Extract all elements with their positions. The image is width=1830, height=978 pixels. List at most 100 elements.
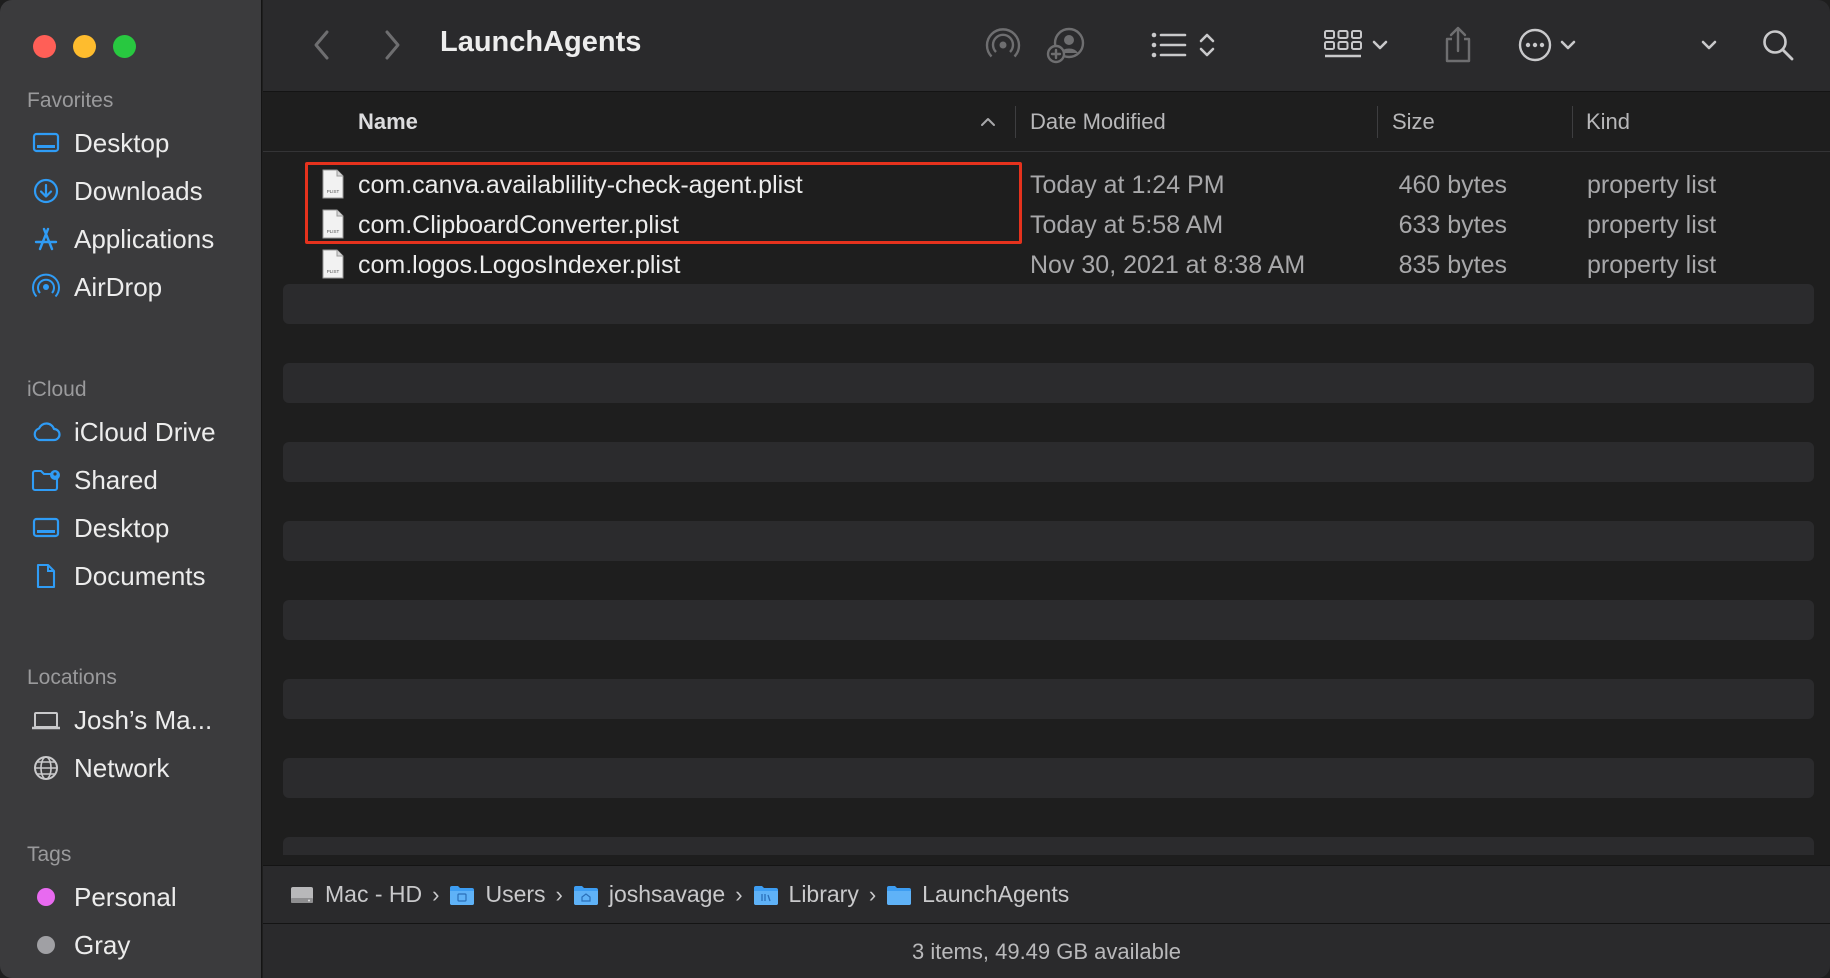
sidebar-tags: Tags Personal Gray [0, 843, 262, 973]
sidebar-heading-tags: Tags [27, 843, 72, 866]
search-button[interactable] [1753, 22, 1803, 68]
file-date: Today at 1:24 PM [1030, 171, 1225, 199]
column-date-modified[interactable]: Date Modified [1030, 92, 1166, 152]
chevron-down-icon [1701, 40, 1717, 50]
column-header: Name Date Modified Size Kind [263, 92, 1830, 152]
airdrop-button[interactable] [978, 22, 1028, 68]
file-list: PLIST com.canva.availablility-check-agen… [263, 152, 1830, 855]
folder-icon [449, 884, 475, 906]
path-separator-icon: › [555, 881, 563, 907]
path-separator-icon: › [868, 881, 877, 907]
sidebar-heading-favorites: Favorites [27, 89, 114, 112]
sort-ascending-indicator[interactable] [977, 92, 999, 152]
file-date: Today at 5:58 AM [1030, 211, 1224, 239]
sidebar-item-label: Personal [74, 881, 177, 912]
path-item-mac-hd[interactable]: Mac - HD [289, 881, 422, 908]
sidebar-item-label: Desktop [74, 512, 170, 543]
file-kind: property list [1587, 171, 1717, 199]
tag-color-dot [37, 936, 55, 954]
sidebar-favorites: Favorites Desktop Downloads Applications [0, 89, 262, 315]
sidebar-locations: Locations Josh’s Ma... Network [0, 666, 262, 796]
empty-row [283, 363, 1814, 403]
desktop-icon [28, 128, 64, 158]
share-icon [1445, 26, 1471, 63]
folder-icon [753, 884, 779, 906]
path-separator-icon: › [432, 881, 440, 907]
column-divider[interactable] [1015, 106, 1016, 138]
window-controls [33, 35, 136, 58]
file-row[interactable]: PLIST com.logos.LogosIndexer.plist Nov 3… [283, 245, 1814, 285]
folder-icon [886, 884, 912, 906]
path-item-users[interactable]: Users [449, 881, 546, 908]
sidebar: Favorites Desktop Downloads Applications [0, 0, 262, 978]
globe-icon [28, 753, 64, 783]
file-date: Nov 30, 2021 at 8:38 AM [1030, 251, 1306, 279]
chevron-down-icon [1560, 40, 1576, 50]
path-bar: Mac - HD › Users › joshsavage › Library … [263, 865, 1830, 923]
hard-drive-icon [289, 884, 315, 906]
sidebar-item-network[interactable]: Network [0, 740, 262, 796]
sidebar-heading-icloud: iCloud [27, 378, 87, 401]
path-item-label: Library [788, 881, 859, 907]
chevron-down-icon [1372, 40, 1388, 50]
sidebar-item-airdrop[interactable]: AirDrop [0, 259, 262, 315]
column-kind[interactable]: Kind [1586, 92, 1630, 152]
chevron-left-icon [314, 30, 329, 60]
column-size[interactable]: Size [1392, 92, 1435, 152]
share-button[interactable] [1433, 22, 1483, 68]
file-name: com.ClipboardConverter.plist [358, 211, 679, 239]
downloads-icon [28, 176, 64, 206]
forward-button[interactable] [369, 22, 415, 68]
icloud-icon [28, 417, 64, 447]
grid-icon [1324, 30, 1362, 58]
toolbar-overflow-button[interactable] [1689, 22, 1729, 68]
path-item-home[interactable]: joshsavage [573, 881, 725, 908]
sidebar-item-label: Gray [74, 929, 131, 960]
sidebar-item-tag-gray[interactable]: Gray [0, 917, 262, 973]
sidebar-item-label: Desktop [74, 127, 170, 158]
path-item-label: LaunchAgents [922, 881, 1070, 907]
file-name: com.logos.LogosIndexer.plist [358, 251, 681, 279]
window-title: LaunchAgents [440, 26, 642, 58]
plist-file-icon: PLIST [322, 249, 344, 279]
sidebar-heading-locations: Locations [27, 666, 117, 689]
sidebar-item-documents[interactable]: Documents [0, 548, 262, 604]
sidebar-item-label: Applications [74, 223, 215, 254]
sidebar-icloud: iCloud iCloud Drive Shared Desktop Docum… [0, 378, 262, 604]
path-item-label: Users [485, 881, 546, 907]
minimize-window-button[interactable] [73, 35, 96, 58]
add-people-icon [1046, 27, 1085, 64]
sidebar-item-label: Josh’s Ma... [74, 704, 213, 735]
path-item-library[interactable]: Library [753, 881, 859, 908]
file-icon-label: PLIST [327, 229, 340, 234]
column-name[interactable]: Name [358, 92, 418, 152]
file-row[interactable]: PLIST com.ClipboardConverter.plist Today… [283, 205, 1814, 245]
chevron-updown-icon [1199, 33, 1215, 57]
file-size: 633 bytes [1398, 211, 1507, 239]
chevron-up-icon [981, 118, 995, 126]
file-size: 835 bytes [1398, 251, 1507, 279]
zoom-window-button[interactable] [113, 35, 136, 58]
sidebar-item-label: Network [74, 752, 170, 783]
file-row[interactable]: PLIST com.canva.availablility-check-agen… [283, 165, 1814, 205]
empty-row [283, 442, 1814, 482]
group-button[interactable] [1318, 22, 1394, 68]
back-button[interactable] [299, 22, 345, 68]
share-people-button[interactable] [1040, 22, 1092, 68]
sidebar-item-label: Downloads [74, 175, 203, 206]
airdrop-icon [985, 28, 1021, 58]
chevron-right-icon [385, 30, 400, 60]
column-divider[interactable] [1572, 106, 1573, 138]
finder-window: Favorites Desktop Downloads Applications [0, 0, 1830, 978]
empty-row [283, 758, 1814, 798]
path-item-launchagents[interactable]: LaunchAgents [886, 881, 1069, 908]
sidebar-item-label: iCloud Drive [74, 416, 216, 447]
plist-file-icon: PLIST [322, 169, 344, 199]
view-options-button[interactable] [1140, 22, 1226, 68]
action-menu-button[interactable] [1509, 22, 1585, 68]
file-icon-label: PLIST [327, 189, 340, 194]
column-divider[interactable] [1377, 106, 1378, 138]
laptop-icon [28, 705, 64, 735]
empty-row [283, 679, 1814, 719]
close-window-button[interactable] [33, 35, 56, 58]
